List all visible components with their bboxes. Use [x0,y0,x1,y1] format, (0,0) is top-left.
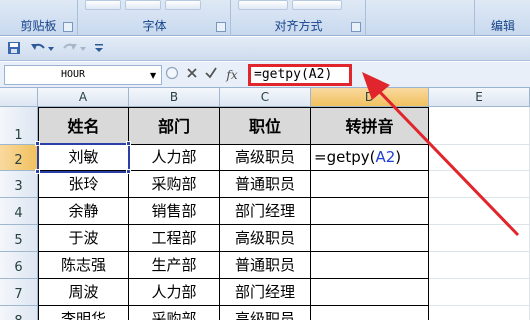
header-cell-department[interactable]: 部门 [129,107,220,145]
table-cell[interactable]: 高级职员 [220,145,311,171]
clipboard-launcher-icon[interactable] [63,22,73,32]
table-cell[interactable] [311,279,429,306]
enter-check-icon[interactable] [203,66,219,84]
header-cell-name[interactable]: 姓名 [38,107,129,145]
insert-function-icon[interactable]: fx [222,66,242,84]
table-cell[interactable]: 部门经理 [220,279,311,306]
column-header-e[interactable]: E [429,88,530,107]
selection-handle[interactable] [126,169,131,174]
alignment-launcher-icon[interactable] [351,22,361,32]
alignment-button-1[interactable] [238,0,288,10]
table-cell[interactable] [429,279,530,306]
select-all-corner[interactable] [0,88,38,107]
table-cell[interactable] [429,225,530,252]
table-cell[interactable] [429,171,530,198]
ribbon-group-spacer [367,0,475,36]
name-box[interactable]: HOUR [4,65,162,85]
table-cell[interactable]: 生产部 [129,252,220,279]
alignment-group-label: 对齐方式 [274,19,323,33]
table-cell[interactable]: 高级职员 [220,225,311,252]
formula-prefix: =getpy( [314,148,376,166]
table-cell[interactable]: 人力部 [129,279,220,306]
header-cell-pinyin[interactable]: 转拼音 [311,107,429,145]
formula-input[interactable]: =getpy(A2) [248,64,352,86]
table-cell[interactable]: 工程部 [129,225,220,252]
cancel-icon[interactable] [184,66,200,84]
table-cell[interactable]: 普通职员 [220,171,311,198]
expand-circle-icon[interactable] [164,66,180,84]
table-cell[interactable] [311,198,429,225]
row-header-4[interactable]: 4 [0,198,38,225]
table-cell[interactable]: 刘敏 [38,145,129,171]
alignment-button-2[interactable] [292,0,342,10]
formula-reference: A2 [375,148,396,166]
font-group-label: 字体 [142,19,167,33]
row-header-3[interactable]: 3 [0,171,38,198]
save-icon[interactable] [6,41,22,57]
table-cell[interactable]: 张玲 [38,171,129,198]
table-cell[interactable]: 周波 [38,279,129,306]
row-header-8[interactable]: 8 [0,306,38,320]
column-header-c[interactable]: C [220,88,311,107]
font-launcher-icon[interactable] [216,22,226,32]
table-cell[interactable]: 高级职员 [220,306,311,320]
table-cell[interactable] [429,252,530,279]
column-header-b[interactable]: B [129,88,220,107]
row-header-6[interactable]: 6 [0,252,38,279]
table-cell[interactable]: 于波 [38,225,129,252]
table-cell[interactable] [311,306,429,320]
ribbon-group-alignment: 对齐方式 [232,0,366,36]
column-header-a[interactable]: A [38,88,129,107]
table-cell[interactable] [311,225,429,252]
table-cell[interactable]: 销售部 [129,198,220,225]
table-cell[interactable]: 普通职员 [220,252,311,279]
editing-group-label: 编辑 [490,19,515,33]
quick-access-toolbar [0,37,530,61]
row-header-2[interactable]: 2 [0,145,38,171]
table-cell[interactable] [429,198,530,225]
row-header-7[interactable]: 7 [0,279,38,306]
table-cell[interactable]: 陈志强 [38,252,129,279]
table-cell[interactable]: 采购部 [129,306,220,320]
row-header-1[interactable]: 1 [0,107,38,145]
table-cell[interactable] [311,252,429,279]
ribbon: 剪贴板 字体 对齐方式 编辑 [0,0,530,36]
selection-handle[interactable] [126,141,131,146]
redo-icon[interactable] [60,41,88,57]
ribbon-group-font: 字体 [79,0,231,36]
table-cell[interactable]: 李明华 [38,306,129,320]
table-cell[interactable]: 人力部 [129,145,220,171]
header-cell-position[interactable]: 职位 [220,107,311,145]
undo-icon[interactable] [28,41,56,57]
selection-handle[interactable] [35,141,40,146]
formula-suffix: ) [395,148,402,166]
font-button-2[interactable] [125,0,161,10]
table-cell[interactable] [311,171,429,198]
name-box-dropdown-icon[interactable]: ▼ [150,71,156,80]
font-button-1[interactable] [85,0,121,10]
customize-toolbar-icon[interactable] [92,41,106,57]
selection-handle[interactable] [35,169,40,174]
column-header-d[interactable]: D [311,88,429,107]
table-cell[interactable]: 采购部 [129,171,220,198]
spreadsheet-grid: A B C D E 1 2 3 4 5 6 7 8 姓名 部门 职位 转拼音 刘… [0,88,530,320]
table-cell[interactable] [429,306,530,320]
table-cell[interactable] [429,107,530,145]
table-cell[interactable]: 部门经理 [220,198,311,225]
formula-cell-d2[interactable]: =getpy(A2) [311,145,429,171]
ribbon-group-clipboard: 剪贴板 [0,0,78,36]
table-cell[interactable]: 余静 [38,198,129,225]
ribbon-group-editing: 编辑 [476,0,530,36]
font-button-3[interactable] [165,0,201,10]
row-header-5[interactable]: 5 [0,225,38,252]
table-cell[interactable] [429,145,530,171]
formula-bar: HOUR fx =getpy(A2) [0,62,530,88]
